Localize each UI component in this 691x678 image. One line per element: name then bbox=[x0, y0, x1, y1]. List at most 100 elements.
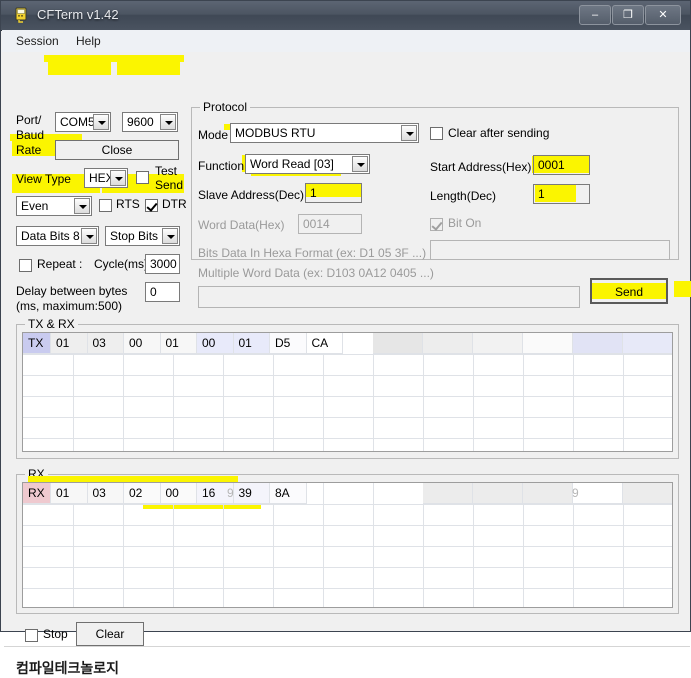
port-combo[interactable]: COM5 bbox=[55, 112, 111, 132]
port-label-line1: Port/ bbox=[16, 113, 42, 127]
grid-cell[interactable]: 00 bbox=[197, 333, 234, 354]
grid-cell[interactable]: 03 bbox=[87, 483, 124, 504]
grid-cell[interactable] bbox=[523, 483, 573, 504]
rx-grid[interactable]: RX 01 03 02 00 16 39 8A 9 9 bbox=[22, 482, 673, 608]
maximize-button[interactable]: ❐ bbox=[612, 5, 644, 25]
grid-ghost-value: 9 bbox=[227, 486, 234, 500]
view-type-label: View Type bbox=[16, 172, 71, 186]
grid-row-line bbox=[23, 417, 672, 418]
dtr-checkbox[interactable] bbox=[145, 199, 158, 212]
grid-cell[interactable]: D5 bbox=[270, 333, 307, 354]
grid-cell[interactable]: 02 bbox=[124, 483, 161, 504]
grid-cell[interactable] bbox=[623, 333, 672, 354]
txrx-grid[interactable]: TX 01 03 00 01 00 01 D5 CA bbox=[22, 332, 673, 452]
company-footer: 컴파일테크놀로지 bbox=[16, 660, 120, 676]
delay-label-line2: (ms, maximum:500) bbox=[16, 299, 123, 313]
menu-item-session[interactable]: Session bbox=[10, 33, 65, 49]
close-button[interactable]: ✕ bbox=[645, 5, 681, 25]
highlight-baud-combo bbox=[117, 60, 180, 75]
footer-divider bbox=[4, 646, 690, 647]
parity-value: Even bbox=[21, 199, 49, 213]
grid-cell[interactable] bbox=[473, 483, 523, 504]
chevron-down-icon[interactable] bbox=[81, 228, 97, 244]
chevron-down-icon[interactable] bbox=[110, 170, 126, 186]
start-address-label: Start Address(Hex) bbox=[430, 160, 532, 174]
bits-data-input bbox=[430, 240, 670, 260]
grid-cell[interactable]: 00 bbox=[160, 483, 197, 504]
grid-cell[interactable]: 03 bbox=[87, 333, 124, 354]
cycle-input[interactable]: 3000 bbox=[145, 254, 180, 274]
chevron-down-icon[interactable] bbox=[162, 228, 178, 244]
test-send-checkbox[interactable] bbox=[136, 171, 149, 184]
grid-cell[interactable]: 01 bbox=[160, 333, 197, 354]
length-input[interactable]: 1 bbox=[533, 184, 590, 204]
clear-after-sending-checkbox[interactable] bbox=[430, 127, 443, 140]
chevron-down-icon[interactable] bbox=[93, 114, 109, 130]
grid-row-line bbox=[23, 438, 672, 439]
chevron-down-icon[interactable] bbox=[74, 198, 90, 214]
stop-checkbox[interactable] bbox=[25, 629, 38, 642]
chevron-down-icon[interactable] bbox=[401, 125, 417, 141]
grid-row-tag[interactable]: RX bbox=[23, 483, 51, 504]
grid-row-line bbox=[23, 504, 672, 505]
minimize-button[interactable]: – bbox=[579, 5, 611, 25]
stop-bits-value: Stop Bits 1 bbox=[110, 229, 169, 243]
repeat-checkbox[interactable] bbox=[19, 259, 32, 272]
delay-input[interactable]: 0 bbox=[145, 282, 180, 302]
function-value: Word Read [03] bbox=[250, 157, 334, 171]
grid-cell[interactable]: 00 bbox=[124, 333, 161, 354]
word-data-value: 0014 bbox=[303, 217, 330, 231]
clear-button[interactable]: Clear bbox=[76, 622, 144, 646]
grid-cell[interactable] bbox=[573, 333, 623, 354]
grid-cell[interactable]: 01 bbox=[233, 333, 270, 354]
chevron-down-icon[interactable] bbox=[160, 114, 176, 130]
highlight-port-combo bbox=[48, 60, 111, 75]
app-window: CFTerm v1.42 – ❐ ✕ Session Help Port/ Ba… bbox=[0, 0, 691, 676]
menu-item-help[interactable]: Help bbox=[70, 33, 107, 49]
grid-cell[interactable] bbox=[373, 333, 423, 354]
start-address-input[interactable]: 0001 bbox=[533, 155, 590, 175]
grid-cell[interactable] bbox=[473, 333, 523, 354]
chevron-down-icon[interactable] bbox=[352, 156, 368, 172]
parity-combo[interactable]: Even bbox=[16, 196, 92, 216]
grid-row-tag[interactable]: TX bbox=[23, 333, 51, 354]
slave-address-input[interactable]: 1 bbox=[305, 183, 362, 203]
data-bits-combo[interactable]: Data Bits 8 bbox=[16, 226, 99, 246]
grid-cell[interactable] bbox=[423, 483, 473, 504]
title-bar: CFTerm v1.42 – ❐ ✕ bbox=[1, 1, 690, 31]
stop-bits-combo[interactable]: Stop Bits 1 bbox=[105, 226, 180, 246]
grid-cell[interactable]: 01 bbox=[51, 483, 88, 504]
grid-col-line bbox=[373, 483, 374, 607]
grid-cell[interactable]: CA bbox=[306, 333, 343, 354]
bits-data-label: Bits Data In Hexa Format (ex: D1 05 3F .… bbox=[198, 246, 427, 260]
slave-address-label: Slave Address(Dec) bbox=[198, 188, 305, 202]
function-combo[interactable]: Word Read [03] bbox=[245, 154, 370, 174]
baud-combo[interactable]: 9600 bbox=[122, 112, 178, 132]
bit-on-checkbox bbox=[430, 218, 443, 231]
word-data-input: 0014 bbox=[298, 214, 362, 234]
grid-cell[interactable] bbox=[623, 483, 672, 504]
delay-label-line1: Delay between bytes bbox=[16, 284, 128, 298]
test-send-label-line1: Test bbox=[155, 164, 178, 178]
view-type-combo[interactable]: HEX bbox=[84, 168, 128, 188]
send-button[interactable]: Send bbox=[590, 278, 668, 304]
grid-cell[interactable] bbox=[523, 333, 573, 354]
grid-row-line bbox=[23, 588, 672, 589]
minimize-icon: – bbox=[591, 9, 599, 21]
mode-combo[interactable]: MODBUS RTU bbox=[230, 123, 419, 143]
close-port-button[interactable]: Close bbox=[55, 140, 179, 160]
grid-cell[interactable] bbox=[423, 333, 473, 354]
cycle-value: 3000 bbox=[150, 257, 177, 271]
stop-label: Stop bbox=[43, 627, 68, 641]
grid-cell[interactable]: 8A bbox=[270, 483, 307, 504]
start-address-value: 0001 bbox=[538, 158, 565, 172]
rts-checkbox[interactable] bbox=[99, 199, 112, 212]
maximize-icon: ❐ bbox=[623, 9, 633, 21]
grid-cell[interactable]: 01 bbox=[51, 333, 88, 354]
rts-label: RTS bbox=[116, 197, 140, 211]
bit-on-label: Bit On bbox=[448, 216, 482, 230]
baud-combo-value: 9600 bbox=[127, 115, 154, 129]
length-value: 1 bbox=[538, 187, 545, 201]
port-combo-value: COM5 bbox=[60, 115, 95, 129]
close-port-label: Close bbox=[101, 143, 133, 157]
